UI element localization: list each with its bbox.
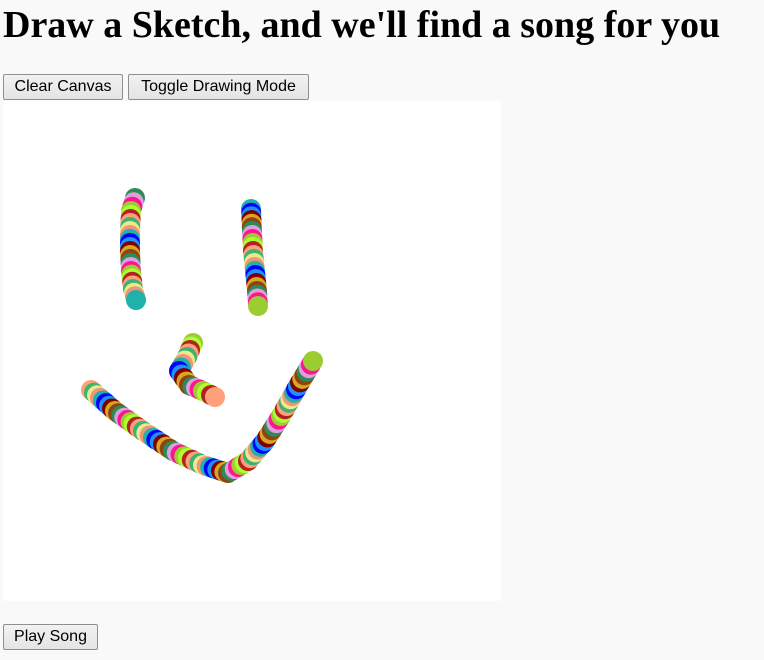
brush-dot (303, 351, 323, 371)
play-song-button[interactable]: Play Song (3, 624, 98, 650)
brush-dot (126, 290, 146, 310)
clear-canvas-button[interactable]: Clear Canvas (3, 74, 123, 100)
left-eye-stroke (120, 188, 146, 310)
sketch-drawing (81, 188, 323, 483)
brush-dot (205, 387, 225, 407)
mouth-stroke (81, 351, 323, 483)
brush-dot (248, 296, 268, 316)
nose-stroke (169, 333, 225, 407)
toggle-drawing-mode-button[interactable]: Toggle Drawing Mode (128, 74, 309, 100)
page-title: Draw a Sketch, and we'll find a song for… (3, 4, 721, 46)
right-eye-stroke (241, 199, 268, 316)
drawing-canvas[interactable] (3, 101, 501, 601)
